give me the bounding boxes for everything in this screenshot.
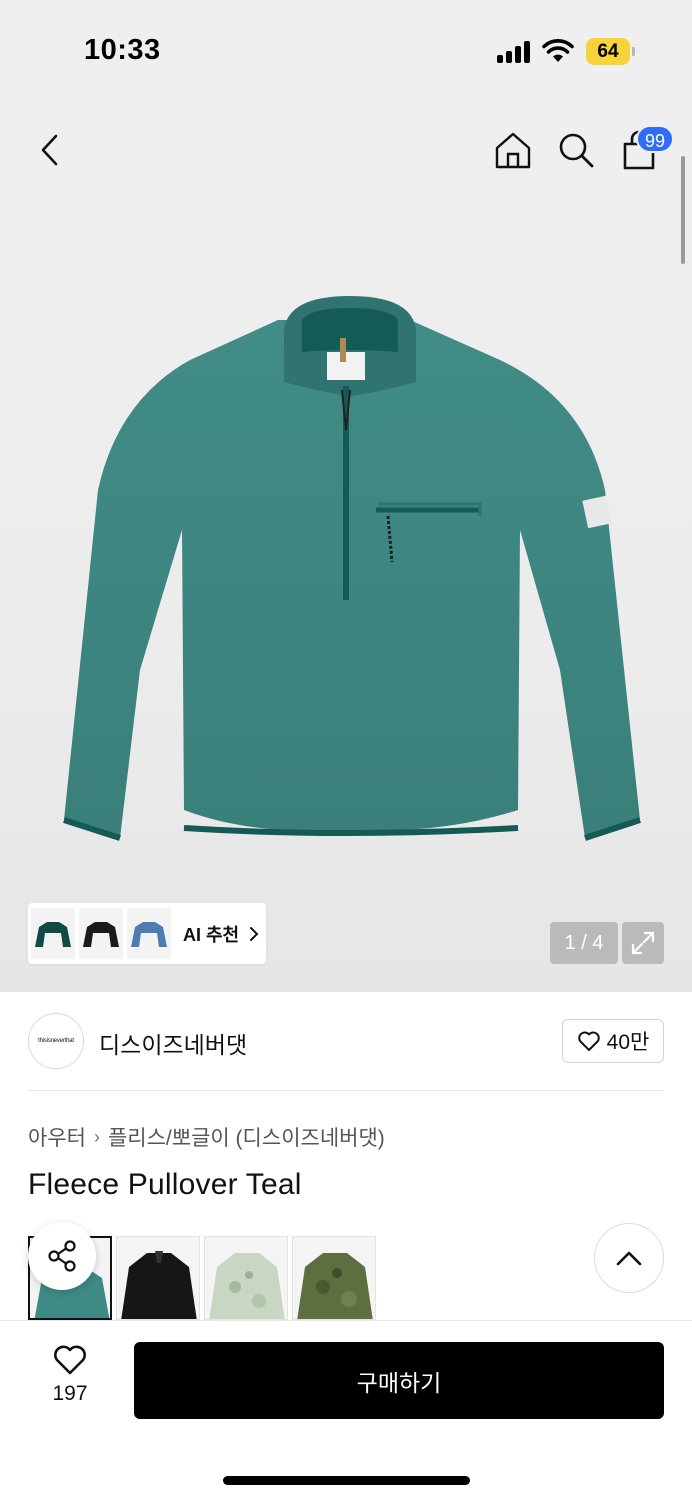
- chevron-up-icon: [616, 1251, 642, 1266]
- status-time: 10:33: [84, 34, 161, 66]
- heart-outline-icon: [577, 1031, 600, 1051]
- product-image[interactable]: [40, 290, 660, 850]
- breadcrumb-subcategory[interactable]: 플리스/뽀글이 (디스이즈네버댓): [108, 1122, 385, 1152]
- breadcrumb: 아우터 › 플리스/뽀글이 (디스이즈네버댓): [28, 1122, 385, 1152]
- ai-recommend-label[interactable]: AI 추천: [183, 921, 239, 947]
- chevron-right-icon: ›: [93, 1126, 100, 1147]
- gallery-page-counter: 1 / 4: [550, 922, 618, 964]
- ai-recommend-strip[interactable]: AI 추천: [28, 903, 266, 964]
- home-icon: [495, 132, 531, 169]
- divider: [28, 1090, 664, 1091]
- heart-outline-icon: [54, 1345, 86, 1375]
- search-button[interactable]: [553, 126, 599, 174]
- variant-camo-light[interactable]: [204, 1236, 288, 1320]
- signal-icon: [497, 41, 531, 63]
- battery-tip: [632, 47, 635, 56]
- chevron-left-icon: [41, 134, 58, 166]
- ai-thumb-3[interactable]: [127, 908, 171, 959]
- brand-logo-text: thisisneverthat: [38, 1038, 74, 1044]
- search-icon: [559, 133, 594, 168]
- brand-name[interactable]: 디스이즈네버댓: [99, 1026, 247, 1060]
- share-button[interactable]: [28, 1222, 96, 1290]
- brand-logo[interactable]: thisisneverthat: [28, 1013, 84, 1069]
- brand-like-count: 40만: [606, 1031, 650, 1054]
- product-title: Fleece Pullover Teal: [28, 1168, 302, 1201]
- scroll-top-button[interactable]: [594, 1223, 664, 1293]
- share-icon: [48, 1240, 76, 1272]
- variant-black[interactable]: [116, 1236, 200, 1320]
- buy-button[interactable]: 구매하기: [134, 1342, 664, 1419]
- back-button[interactable]: [28, 126, 72, 174]
- wishlist-button[interactable]: 197: [38, 1344, 102, 1418]
- cart-count-badge: 99: [636, 125, 674, 153]
- breadcrumb-category[interactable]: 아우터: [28, 1122, 86, 1152]
- home-button[interactable]: [490, 126, 536, 174]
- battery-level: 64: [586, 38, 630, 65]
- wifi-icon: [542, 39, 574, 62]
- ai-thumb-2[interactable]: [79, 908, 123, 959]
- chevron-right-icon: [250, 926, 259, 941]
- status-bar: 10:33 64: [0, 0, 692, 100]
- scrollbar[interactable]: [681, 156, 685, 264]
- wishlist-count: 197: [52, 1382, 88, 1405]
- expand-button[interactable]: [622, 922, 664, 964]
- home-indicator[interactable]: [223, 1476, 470, 1485]
- brand-like-button[interactable]: 40만: [562, 1019, 664, 1063]
- variant-camo-olive[interactable]: [292, 1236, 376, 1320]
- ai-thumb-1[interactable]: [31, 908, 75, 959]
- expand-icon: [631, 931, 655, 955]
